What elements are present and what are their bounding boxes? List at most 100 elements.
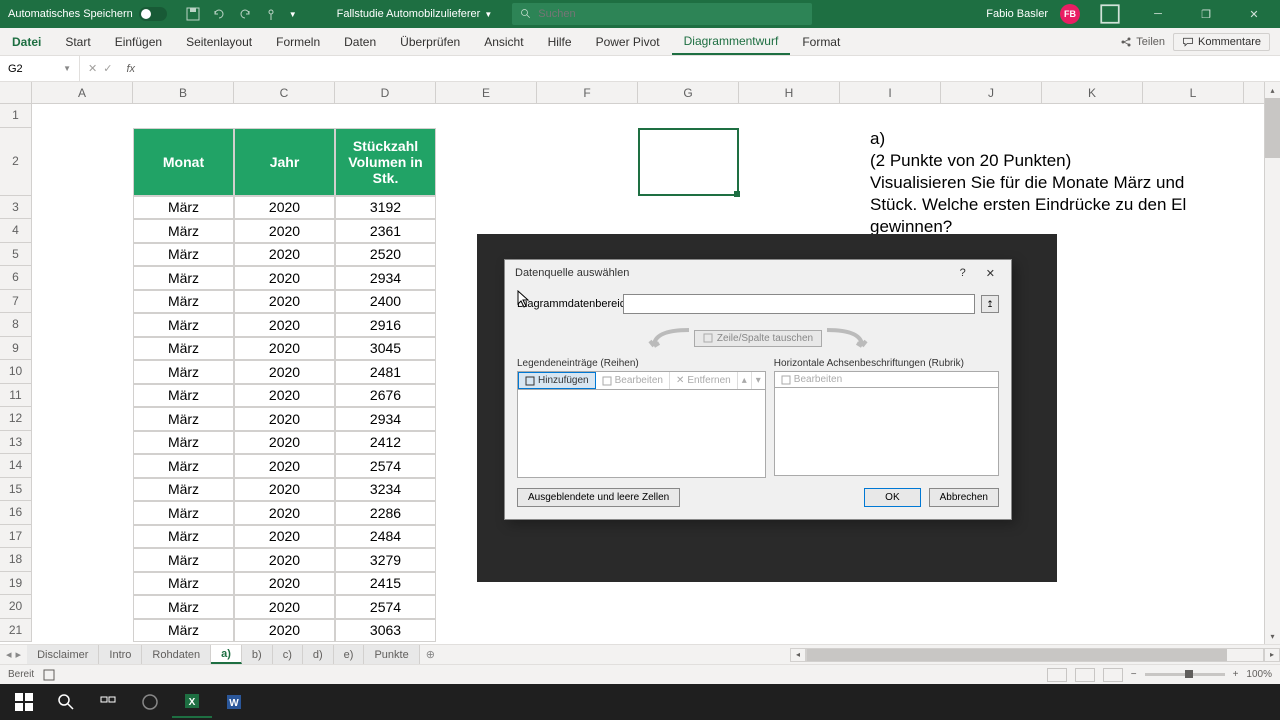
table-cell[interactable]: 2676	[335, 384, 436, 408]
table-cell[interactable]: 2020	[234, 572, 335, 596]
table-cell[interactable]: 2020	[234, 384, 335, 408]
header-stueckzahl[interactable]: Stückzahl Volumen in Stk.	[335, 128, 436, 196]
row-header-19[interactable]: 19	[0, 572, 31, 596]
row-header-12[interactable]: 12	[0, 407, 31, 431]
excel-taskbar-button[interactable]: X	[172, 686, 212, 718]
row-header-13[interactable]: 13	[0, 431, 31, 455]
table-cell[interactable]: März	[133, 337, 234, 361]
column-header-k[interactable]: K	[1042, 82, 1143, 103]
user-name[interactable]: Fabio Basler	[986, 8, 1048, 20]
table-cell[interactable]: 2020	[234, 266, 335, 290]
table-cell[interactable]: 2574	[335, 454, 436, 478]
table-cell[interactable]: März	[133, 313, 234, 337]
table-cell[interactable]: März	[133, 196, 234, 220]
tab-seitenlayout[interactable]: Seitenlayout	[174, 28, 264, 55]
taskbar-app-1[interactable]	[130, 686, 170, 718]
fx-label[interactable]: fx	[120, 63, 141, 75]
row-header-15[interactable]: 15	[0, 478, 31, 502]
row-header-2[interactable]: 2	[0, 128, 31, 196]
table-cell[interactable]: 2020	[234, 478, 335, 502]
sheet-tab-punkte[interactable]: Punkte	[364, 645, 419, 664]
dialog-close-button[interactable]: ✕	[980, 265, 1001, 282]
comments-button[interactable]: Kommentare	[1173, 33, 1270, 51]
tab-hilfe[interactable]: Hilfe	[536, 28, 584, 55]
table-cell[interactable]: 2020	[234, 431, 335, 455]
table-cell[interactable]: März	[133, 431, 234, 455]
sheet-tab-intro[interactable]: Intro	[99, 645, 142, 664]
table-cell[interactable]: 2415	[335, 572, 436, 596]
hidden-empty-cells-button[interactable]: Ausgeblendete und leere Zellen	[517, 488, 680, 507]
tab-daten[interactable]: Daten	[332, 28, 388, 55]
redo-icon[interactable]	[237, 6, 253, 22]
name-box-input[interactable]	[8, 63, 63, 75]
page-layout-view-button[interactable]	[1075, 668, 1095, 682]
ok-button[interactable]: OK	[864, 488, 920, 507]
start-button[interactable]	[4, 686, 44, 718]
share-button[interactable]: Teilen	[1120, 36, 1165, 48]
page-break-view-button[interactable]	[1103, 668, 1123, 682]
table-cell[interactable]: 2520	[335, 243, 436, 267]
table-cell[interactable]: 3192	[335, 196, 436, 220]
sheet-tab-d[interactable]: d)	[303, 645, 334, 664]
table-cell[interactable]: 3045	[335, 337, 436, 361]
table-cell[interactable]: März	[133, 384, 234, 408]
table-cell[interactable]: März	[133, 266, 234, 290]
scroll-right-button[interactable]: ▸	[1264, 648, 1280, 662]
table-cell[interactable]: 2020	[234, 360, 335, 384]
scroll-left-button[interactable]: ◂	[790, 648, 806, 662]
dialog-help-button[interactable]: ?	[954, 265, 972, 282]
table-cell[interactable]: 2020	[234, 407, 335, 431]
row-header-6[interactable]: 6	[0, 266, 31, 290]
table-cell[interactable]: März	[133, 501, 234, 525]
accept-formula-icon[interactable]: ✓	[103, 62, 112, 75]
row-header-17[interactable]: 17	[0, 525, 31, 549]
select-all-corner[interactable]	[0, 82, 32, 104]
undo-icon[interactable]	[211, 6, 227, 22]
table-cell[interactable]: 2020	[234, 525, 335, 549]
sheet-tab-disclaimer[interactable]: Disclaimer	[27, 645, 99, 664]
legend-series-list[interactable]	[517, 390, 766, 478]
table-cell[interactable]: 3063	[335, 619, 436, 643]
ribbon-display-icon[interactable]	[1092, 0, 1128, 28]
table-cell[interactable]: 2361	[335, 219, 436, 243]
table-cell[interactable]: 2481	[335, 360, 436, 384]
table-cell[interactable]: März	[133, 525, 234, 549]
tab-formeln[interactable]: Formeln	[264, 28, 332, 55]
table-cell[interactable]: 2020	[234, 595, 335, 619]
zoom-slider[interactable]	[1145, 673, 1225, 676]
user-avatar[interactable]: FB	[1060, 4, 1080, 24]
header-jahr[interactable]: Jahr	[234, 128, 335, 196]
scroll-up-button[interactable]: ▴	[1265, 82, 1280, 98]
tab-format[interactable]: Format	[790, 28, 852, 55]
axis-labels-list[interactable]	[774, 388, 999, 476]
table-cell[interactable]: 3279	[335, 548, 436, 572]
word-taskbar-button[interactable]: W	[214, 686, 254, 718]
cancel-button[interactable]: Abbrechen	[929, 488, 999, 507]
tab-start[interactable]: Start	[53, 28, 102, 55]
row-header-7[interactable]: 7	[0, 290, 31, 314]
row-header-21[interactable]: 21	[0, 619, 31, 643]
autosave-toggle[interactable]: Automatisches Speichern	[0, 7, 175, 21]
column-header-g[interactable]: G	[638, 82, 739, 103]
sheet-tab-b[interactable]: b)	[242, 645, 273, 664]
scroll-down-button[interactable]: ▾	[1265, 628, 1280, 644]
row-header-10[interactable]: 10	[0, 360, 31, 384]
search-input[interactable]	[538, 8, 804, 20]
tab-einfuegen[interactable]: Einfügen	[103, 28, 174, 55]
row-header-1[interactable]: 1	[0, 104, 31, 128]
hscroll-thumb[interactable]	[807, 649, 1227, 661]
column-header-b[interactable]: B	[133, 82, 234, 103]
sheet-tab-c[interactable]: c)	[273, 645, 303, 664]
table-cell[interactable]: 2020	[234, 548, 335, 572]
row-header-5[interactable]: 5	[0, 243, 31, 267]
column-header-d[interactable]: D	[335, 82, 436, 103]
table-cell[interactable]: 2020	[234, 313, 335, 337]
table-cell[interactable]: 2400	[335, 290, 436, 314]
table-cell[interactable]: März	[133, 595, 234, 619]
row-header-9[interactable]: 9	[0, 337, 31, 361]
tab-ansicht[interactable]: Ansicht	[472, 28, 535, 55]
table-cell[interactable]: März	[133, 454, 234, 478]
add-series-button[interactable]: Hinzufügen	[518, 372, 596, 389]
tab-ueberpruefen[interactable]: Überprüfen	[388, 28, 472, 55]
table-cell[interactable]: März	[133, 360, 234, 384]
